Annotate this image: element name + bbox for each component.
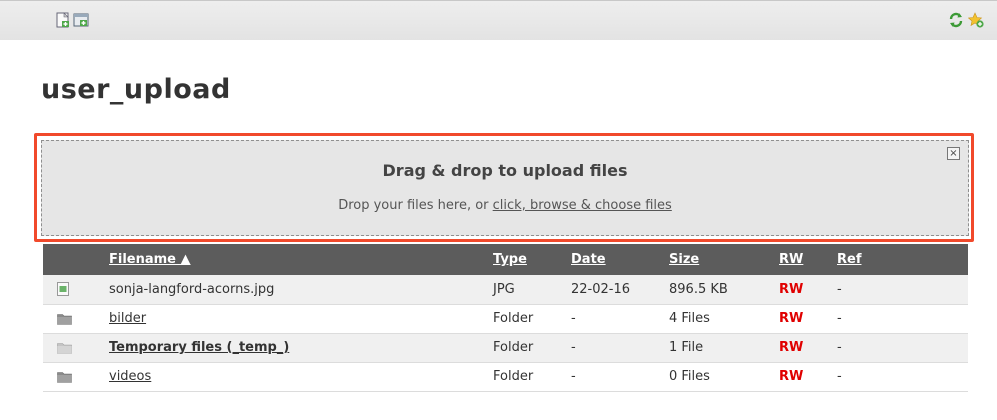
toolbar	[0, 0, 997, 40]
file-rw: RW	[779, 340, 804, 355]
close-dropzone-button[interactable]: ×	[947, 147, 960, 160]
folder-link[interactable]: Temporary files (_temp_)	[109, 333, 493, 362]
file-type: JPG	[493, 281, 515, 297]
file-type: Folder	[493, 311, 534, 326]
sort-date-header[interactable]: Date	[571, 244, 669, 275]
folder-link[interactable]: videos	[109, 362, 493, 391]
file-type: Folder	[493, 340, 534, 355]
sort-filename-header[interactable]: Filename ▲	[109, 244, 493, 275]
table-row[interactable]: videos Folder - 0 Files RW -	[43, 362, 968, 391]
table-row[interactable]: bilder Folder - 4 Files RW -	[43, 304, 968, 333]
dropzone-instructions: Drop your files here, or click, browse &…	[42, 198, 968, 213]
table-row[interactable]: Temporary files (_temp_) Folder - 1 File…	[43, 333, 968, 362]
file-date: -	[571, 311, 576, 326]
file-name: sonja-langford-acorns.jpg	[109, 281, 275, 297]
file-ref: -	[837, 281, 842, 297]
dropzone[interactable]: Drag & drop to upload files Drop your fi…	[41, 140, 969, 236]
folder-icon	[57, 371, 72, 383]
file-ref: -	[837, 311, 842, 326]
add-bookmark-icon[interactable]	[968, 12, 984, 28]
sort-size-header[interactable]: Size	[669, 244, 779, 275]
file-date: -	[571, 340, 576, 355]
sort-ref-header[interactable]: Ref	[837, 244, 968, 275]
folder-icon	[57, 313, 72, 325]
temp-folder-icon	[57, 342, 72, 354]
file-rw: RW	[779, 281, 804, 297]
file-table: Filename ▲ Type Date Size RW Ref sonja-l…	[43, 244, 968, 392]
file-size: 1 File	[669, 340, 704, 355]
file-size: 0 Files	[669, 369, 710, 384]
file-type: Folder	[493, 369, 534, 384]
page-title: user_upload	[41, 74, 231, 105]
sort-rw-header[interactable]: RW	[779, 244, 837, 275]
image-file-icon	[57, 282, 69, 297]
file-date: -	[571, 369, 576, 384]
file-size: 896.5 KB	[669, 281, 728, 297]
table-row[interactable]: sonja-langford-acorns.jpg JPG 22-02-16 8…	[43, 275, 968, 304]
refresh-icon[interactable]	[948, 12, 964, 28]
table-header-row: Filename ▲ Type Date Size RW Ref	[43, 244, 968, 275]
dropzone-instructions-text: Drop your files here, or	[338, 198, 493, 213]
dropzone-title: Drag & drop to upload files	[382, 161, 628, 180]
file-rw: RW	[779, 369, 804, 384]
file-rw: RW	[779, 311, 804, 326]
file-size: 4 Files	[669, 311, 710, 326]
header-icon-col	[43, 244, 109, 275]
new-file-icon[interactable]	[55, 12, 71, 28]
browse-files-link[interactable]: click, browse & choose files	[493, 198, 672, 213]
sort-type-header[interactable]: Type	[493, 244, 571, 275]
file-date: 22-02-16	[571, 281, 631, 297]
file-ref: -	[837, 340, 842, 355]
folder-link[interactable]: bilder	[109, 304, 493, 333]
new-folder-icon[interactable]	[73, 12, 89, 28]
file-ref: -	[837, 369, 842, 384]
